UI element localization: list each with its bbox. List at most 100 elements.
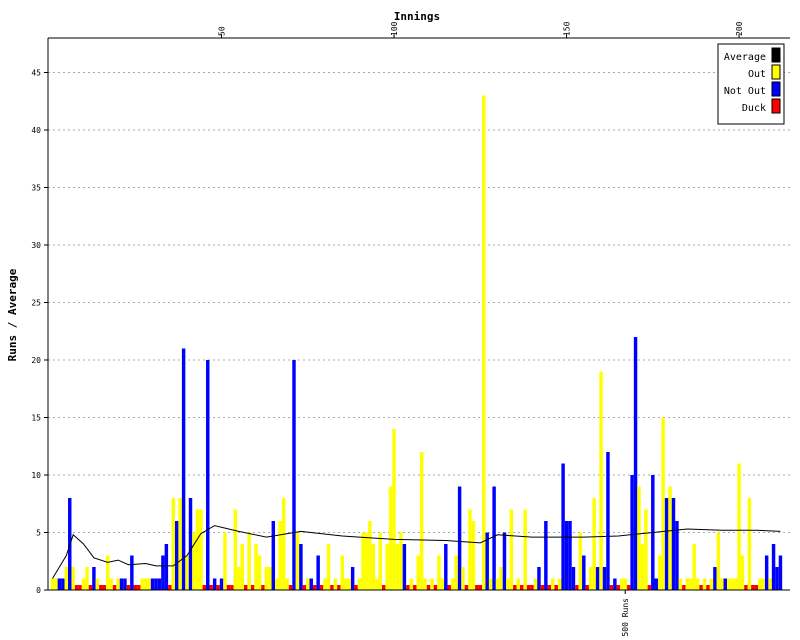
- duck-bar: [99, 585, 103, 590]
- not-out-bar: [492, 486, 496, 590]
- out-bar: [716, 532, 721, 590]
- out-bar: [285, 578, 289, 590]
- x-tick-label: 200: [735, 21, 744, 36]
- out-bar: [275, 578, 279, 590]
- out-bar: [461, 567, 465, 590]
- out-bar: [364, 532, 369, 590]
- duck-bar: [302, 585, 307, 590]
- not-out-bar: [299, 544, 303, 590]
- out-bar: [371, 544, 376, 590]
- out-bar: [199, 509, 203, 590]
- out-bar: [388, 486, 393, 590]
- out-bar: [523, 509, 527, 590]
- out-bar: [551, 578, 555, 590]
- out-bar: [499, 567, 503, 590]
- duck-bar: [261, 585, 265, 590]
- not-out-bar: [92, 567, 96, 590]
- duck-bar: [230, 585, 234, 590]
- out-bar: [195, 509, 200, 590]
- duck-bar: [413, 585, 417, 590]
- out-bar: [109, 578, 113, 590]
- duck-bar: [706, 585, 710, 590]
- out-bar: [516, 578, 520, 590]
- out-bar: [702, 578, 707, 590]
- duck-bar: [609, 585, 614, 590]
- duck-bar: [475, 585, 479, 590]
- out-bar: [140, 578, 144, 590]
- y-axis-title: Runs / Average: [6, 268, 19, 361]
- duck-bar: [226, 585, 231, 590]
- out-bar: [95, 578, 100, 590]
- duck-bar: [540, 585, 545, 590]
- not-out-bar: [292, 360, 296, 590]
- x-tick-label: 50: [218, 26, 227, 36]
- out-bar: [620, 578, 624, 590]
- not-out-bar: [123, 578, 127, 590]
- duck-bar: [526, 585, 531, 590]
- not-out-bar: [723, 578, 727, 590]
- not-out-bar: [157, 578, 162, 590]
- out-bar: [105, 555, 110, 590]
- not-out-bar: [402, 544, 407, 590]
- out-bar: [726, 578, 731, 590]
- not-out-bar: [613, 578, 617, 590]
- out-bar: [623, 578, 627, 590]
- out-bar: [378, 532, 382, 590]
- out-bar: [357, 578, 362, 590]
- not-out-bar: [212, 578, 217, 590]
- out-bar: [192, 532, 196, 590]
- out-bar: [54, 578, 58, 590]
- out-bar: [592, 498, 596, 590]
- duck-bar: [554, 585, 558, 590]
- not-out-bar: [602, 567, 607, 590]
- out-bar: [533, 578, 538, 590]
- legend-swatch: [771, 98, 781, 114]
- out-bar: [178, 498, 182, 590]
- out-bar: [454, 555, 458, 590]
- out-bar: [240, 544, 244, 590]
- out-bar: [71, 567, 75, 590]
- out-bar: [409, 578, 414, 590]
- annotation-label: 500 Runs: [621, 598, 630, 637]
- out-bar: [468, 509, 472, 590]
- out-bar: [233, 509, 238, 590]
- not-out-bar: [206, 360, 210, 590]
- out-bar: [116, 578, 120, 590]
- not-out-bar: [630, 475, 634, 590]
- not-out-bar: [161, 555, 165, 590]
- legend-swatch: [771, 64, 781, 80]
- out-bar: [578, 532, 583, 590]
- not-out-bar: [316, 555, 320, 590]
- out-bar: [347, 578, 351, 590]
- out-bar: [678, 578, 683, 590]
- not-out-bar: [771, 544, 776, 590]
- duck-bar: [744, 585, 748, 590]
- not-out-bar: [174, 521, 179, 590]
- not-out-bar: [664, 498, 669, 590]
- out-bar: [416, 555, 420, 590]
- out-bar: [737, 463, 741, 590]
- duck-bar: [426, 585, 431, 590]
- duck-bar: [381, 585, 386, 590]
- out-bar: [599, 371, 603, 590]
- legend-label: Out: [748, 69, 766, 80]
- legend: Average Out Not Out Duck: [717, 43, 785, 125]
- out-bar: [661, 417, 665, 590]
- duck-bar: [647, 585, 652, 590]
- out-bar: [340, 555, 345, 590]
- y-tick-label: 15: [31, 414, 41, 423]
- out-bar: [471, 521, 476, 590]
- out-bar: [281, 498, 286, 590]
- y-tick-label: 20: [31, 356, 41, 365]
- out-bar: [295, 532, 300, 590]
- duck-bar: [102, 585, 106, 590]
- not-out-bar: [150, 578, 155, 590]
- duck-bar: [682, 585, 686, 590]
- duck-bar: [433, 585, 438, 590]
- out-bar: [368, 521, 372, 590]
- legend-swatch: [771, 47, 781, 63]
- duck-bar: [137, 585, 141, 590]
- not-out-bar: [654, 578, 658, 590]
- out-bar: [147, 578, 151, 590]
- out-bar: [506, 578, 510, 590]
